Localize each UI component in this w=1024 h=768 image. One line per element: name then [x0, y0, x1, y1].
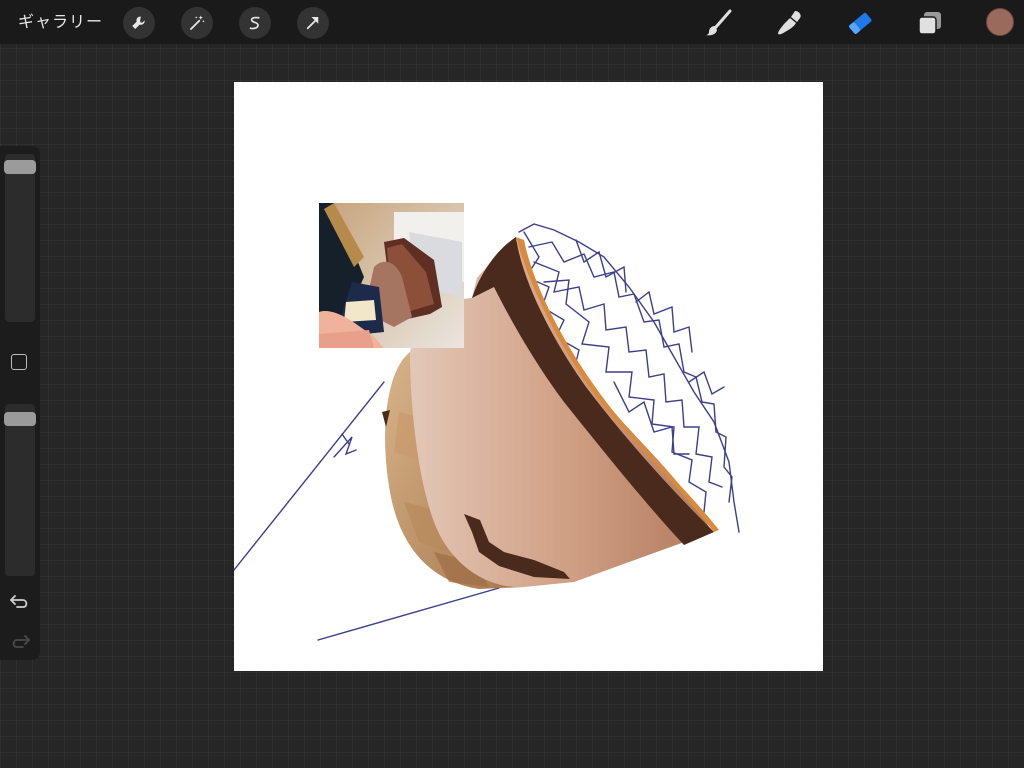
eraser-icon[interactable] — [845, 8, 875, 38]
selection-button[interactable] — [239, 7, 271, 39]
opacity-thumb[interactable] — [4, 412, 36, 426]
brush-icon[interactable] — [704, 8, 734, 38]
magic-wand-icon — [190, 15, 205, 30]
artwork — [234, 203, 740, 641]
opacity-slider[interactable] — [4, 404, 36, 576]
actions-button[interactable] — [123, 7, 155, 39]
brush-size-thumb[interactable] — [4, 160, 36, 174]
brush-size-slider[interactable] — [4, 154, 36, 322]
reference-photo — [319, 203, 464, 348]
modify-square-icon[interactable] — [11, 354, 27, 370]
gallery-button[interactable]: ギャラリー — [18, 11, 103, 33]
color-picker-swatch[interactable] — [986, 8, 1014, 36]
redo-icon[interactable] — [9, 632, 31, 650]
selection-icon — [249, 16, 260, 30]
drawing-canvas[interactable] — [234, 82, 823, 671]
transform-arrow-icon — [306, 17, 319, 30]
adjustments-button[interactable] — [181, 7, 213, 39]
transform-button[interactable] — [297, 7, 329, 39]
smudge-icon[interactable] — [775, 8, 805, 38]
top-toolbar: ギャラリー — [0, 0, 1024, 44]
layers-icon[interactable] — [915, 8, 945, 38]
left-sidebar — [0, 146, 40, 660]
wrench-icon — [132, 16, 145, 29]
undo-icon[interactable] — [9, 592, 31, 610]
